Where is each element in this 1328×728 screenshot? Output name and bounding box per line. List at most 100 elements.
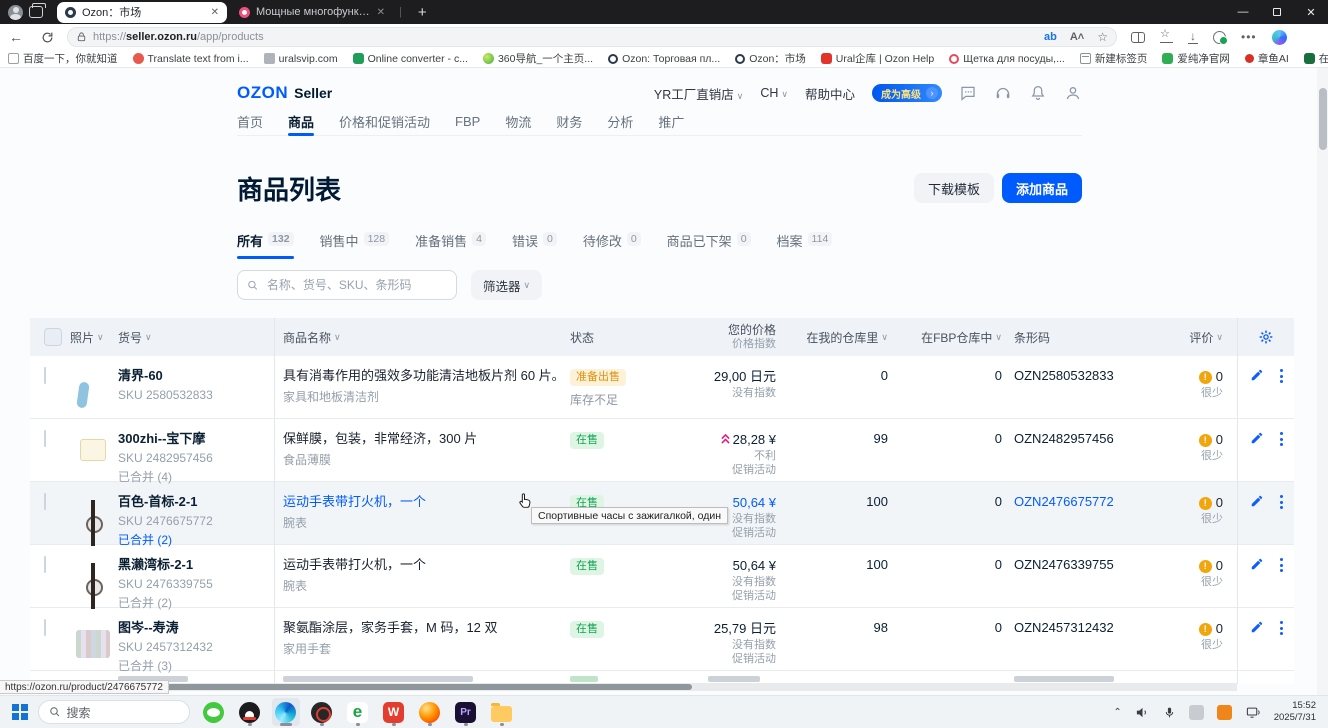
collections-icon[interactable] xyxy=(1160,31,1173,43)
edit-pencil-icon[interactable] xyxy=(1250,368,1264,382)
bookmark-item[interactable]: Online converter - c... xyxy=(353,53,468,65)
tray-app-icon[interactable] xyxy=(1189,705,1204,720)
nav-logistics[interactable]: 物流 xyxy=(505,108,531,135)
bookmark-item[interactable]: Щетка для посуды,... xyxy=(949,53,1065,65)
bookmark-item[interactable]: 360导航_一个主页... xyxy=(483,51,593,66)
search-input[interactable] xyxy=(265,277,447,293)
premium-button[interactable]: 成为高级› xyxy=(872,84,942,102)
wps-icon[interactable]: W xyxy=(380,698,408,726)
copilot-icon[interactable] xyxy=(1272,30,1287,45)
barcode-link[interactable]: OZN2476675772 xyxy=(1014,494,1114,509)
bookmark-item[interactable]: Translate text from i... xyxy=(133,53,249,65)
tab-selling[interactable]: 销售中128 xyxy=(320,228,390,256)
extension-shield-icon[interactable] xyxy=(1213,31,1226,44)
settings-gear-icon[interactable] xyxy=(1258,329,1274,345)
table-row[interactable]: 清界-60SKU 2580532833 具有消毒作用的强效多功能清洁地板片剂 6… xyxy=(30,356,1294,419)
horizontal-scrollbar[interactable] xyxy=(0,683,1237,691)
translate-icon[interactable]: ab xyxy=(1044,31,1057,43)
product-name[interactable]: 保鲜膜，包装，非常经济，300 片 xyxy=(283,431,570,448)
row-checkbox[interactable] xyxy=(44,619,46,636)
display-audio-icon[interactable] xyxy=(1245,705,1261,720)
edit-pencil-icon[interactable] xyxy=(1250,494,1264,508)
read-aloud-icon[interactable]: A˄ xyxy=(1070,31,1084,43)
row-menu-icon[interactable] xyxy=(1280,620,1283,635)
maximize-button[interactable] xyxy=(1260,0,1294,24)
add-product-button[interactable]: 添加商品 xyxy=(1002,173,1082,203)
col-fbp[interactable]: 在FBP仓库中∨ xyxy=(902,318,1006,356)
row-menu-icon[interactable] xyxy=(1280,368,1283,383)
edit-pencil-icon[interactable] xyxy=(1250,620,1264,634)
tab-errors[interactable]: 错误0 xyxy=(512,228,557,256)
nav-home[interactable]: 首页 xyxy=(237,108,263,135)
ozon-logo[interactable]: OZON xyxy=(237,83,288,103)
product-name[interactable]: 运动手表带打火机，一个 xyxy=(283,557,570,574)
tab-archive[interactable]: 档案114 xyxy=(777,228,833,256)
bookmark-item[interactable]: 新建标签页 xyxy=(1080,51,1148,66)
nav-finance[interactable]: 财务 xyxy=(556,108,582,135)
close-button[interactable]: ✕ xyxy=(1294,0,1328,24)
tab-ready[interactable]: 准备销售4 xyxy=(415,228,486,256)
bookmark-item[interactable]: Ozon：市场 xyxy=(735,51,806,66)
bookmark-item[interactable]: Ozon: Торговая пл... xyxy=(608,53,720,65)
tab-to-fix[interactable]: 待修改0 xyxy=(583,228,641,256)
premiere-icon[interactable]: Pr xyxy=(452,698,480,726)
wechat-icon[interactable] xyxy=(200,698,228,726)
edit-pencil-icon[interactable] xyxy=(1250,557,1264,571)
select-all-checkbox[interactable] xyxy=(44,328,62,346)
vertical-scrollbar-thumb[interactable] xyxy=(1319,88,1327,150)
music-app-icon[interactable] xyxy=(308,698,336,726)
store-selector[interactable]: YR工厂直销店∨ xyxy=(654,84,743,103)
microphone-icon[interactable] xyxy=(1163,705,1176,720)
table-row[interactable]: 黑濑湾标-2-1SKU 2476339755已合并 (2) 运动手表带打火机，一… xyxy=(30,545,1294,608)
bookmark-item[interactable]: 章鱼AI xyxy=(1245,51,1289,66)
nav-prices-promos[interactable]: 价格和促销活动 xyxy=(339,108,430,135)
row-menu-icon[interactable] xyxy=(1280,431,1283,446)
download-template-button[interactable]: 下载模板 xyxy=(914,173,994,203)
row-checkbox[interactable] xyxy=(44,556,46,573)
notifications-bell-icon[interactable] xyxy=(1029,84,1047,102)
tab-all[interactable]: 所有132 xyxy=(237,228,294,256)
volume-icon[interactable] xyxy=(1135,705,1150,720)
bookmark-item[interactable]: uralsvip.com xyxy=(264,53,338,65)
col-photo[interactable]: 照片∨ xyxy=(70,318,118,356)
bookmark-item[interactable]: 爱纯净官网 xyxy=(1162,51,1230,66)
edit-pencil-icon[interactable] xyxy=(1250,431,1264,445)
col-rating[interactable]: 评价∨ xyxy=(1136,318,1237,356)
help-center-link[interactable]: 帮助中心 xyxy=(805,84,855,103)
row-checkbox[interactable] xyxy=(44,430,46,447)
refresh-icon[interactable] xyxy=(32,31,63,44)
new-tab-button[interactable]: + xyxy=(412,4,433,21)
nav-fbp[interactable]: FBP xyxy=(455,108,480,135)
address-bar[interactable]: https://seller.ozon.ru/app/products ab A… xyxy=(67,27,1117,47)
support-headset-icon[interactable] xyxy=(994,84,1012,102)
product-name[interactable]: 具有消毒作用的强效多功能清洁地板片剂 60 片。 xyxy=(283,368,570,385)
split-screen-icon[interactable] xyxy=(1131,32,1145,43)
browser-profile-avatar[interactable] xyxy=(8,5,23,20)
qq-icon[interactable] xyxy=(236,698,264,726)
bookmark-item[interactable]: Ural企库 | Ozon Help xyxy=(821,51,934,66)
row-checkbox[interactable] xyxy=(44,367,46,384)
table-row[interactable]: 图岑--寿涛SKU 2457312432已合并 (3) 聚氨酯涂层，家务手套，M… xyxy=(30,608,1294,671)
nav-products[interactable]: 商品 xyxy=(288,108,314,135)
tray-expand-icon[interactable]: ⌃ xyxy=(1113,707,1121,718)
filters-button[interactable]: 筛选器∨ xyxy=(471,270,542,300)
profile-icon[interactable] xyxy=(1064,84,1082,102)
language-selector[interactable]: CH∨ xyxy=(760,86,788,100)
row-checkbox[interactable] xyxy=(44,493,46,510)
col-stock[interactable]: 在我的仓库里∨ xyxy=(792,318,902,356)
vertical-scrollbar[interactable] xyxy=(1317,68,1328,695)
tab-workspaces-icon[interactable] xyxy=(29,6,43,18)
row-menu-icon[interactable] xyxy=(1280,494,1283,509)
browser-tab-active[interactable]: Ozon：市场 ✕ xyxy=(57,2,227,23)
browser-tab-inactive[interactable]: Мощные многофункциональнь ✕ xyxy=(231,2,393,23)
taskbar-search[interactable]: 搜索 xyxy=(38,700,190,724)
tray-app-orange-icon[interactable] xyxy=(1217,705,1232,720)
browser-menu-icon[interactable]: ••• xyxy=(1241,30,1257,44)
edge-icon[interactable] xyxy=(272,698,300,726)
close-tab-icon[interactable]: ✕ xyxy=(377,7,385,18)
col-article[interactable]: 货号∨ xyxy=(118,318,274,356)
search-box[interactable] xyxy=(237,270,457,300)
tab-unlisted[interactable]: 商品已下架0 xyxy=(667,228,751,256)
product-name[interactable]: 聚氨酯涂层，家务手套，M 码，12 双 xyxy=(283,620,570,637)
nav-analytics[interactable]: 分析 xyxy=(607,108,633,135)
